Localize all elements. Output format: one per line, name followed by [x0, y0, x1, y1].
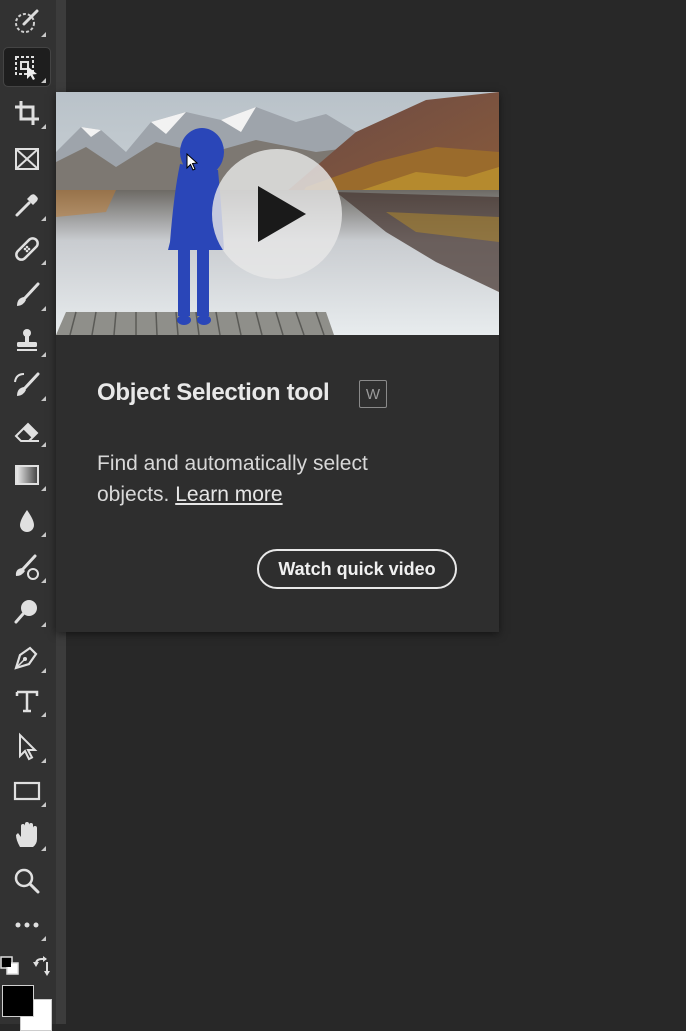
more-ellipsis-icon — [15, 922, 39, 928]
video-thumbnail[interactable] — [56, 92, 499, 335]
healing-bandage-icon — [15, 237, 39, 261]
play-video-button[interactable] — [212, 149, 342, 279]
brush-tool[interactable] — [4, 276, 50, 314]
pen-icon — [14, 646, 38, 670]
type-icon — [15, 690, 39, 713]
tooltip-description: Find and automatically select objects. L… — [97, 448, 427, 510]
path-selection-tool[interactable] — [4, 728, 50, 766]
eraser-icon — [14, 422, 39, 442]
frame-tool[interactable] — [4, 140, 50, 178]
blur-drop-icon — [20, 510, 34, 532]
crop-tool[interactable] — [4, 94, 50, 132]
spot-healing-tool[interactable] — [4, 230, 50, 268]
blur-tool[interactable] — [4, 502, 50, 540]
watch-quick-video-button[interactable]: Watch quick video — [257, 549, 457, 589]
type-tool[interactable] — [4, 682, 50, 720]
gradient-icon — [15, 465, 39, 485]
object-selection-tool[interactable] — [3, 47, 51, 87]
history-brush-tool[interactable] — [4, 366, 50, 404]
zoom-tool[interactable] — [4, 862, 50, 900]
learn-more-link[interactable]: Learn more — [175, 483, 282, 506]
tools-panel — [0, 0, 56, 1031]
hand-icon — [16, 822, 37, 847]
brush-icon — [17, 282, 40, 306]
path-selection-arrow-icon — [19, 732, 38, 761]
eyedropper-icon — [15, 194, 38, 217]
crop-icon — [15, 101, 39, 125]
swap-colors-icon[interactable] — [32, 956, 54, 978]
rectangle-icon — [13, 781, 41, 801]
tooltip-title: Object Selection tool — [97, 379, 330, 406]
quick-selection-icon — [15, 9, 39, 33]
shortcut-key-badge: W — [359, 380, 387, 408]
zoom-magnifier-icon — [14, 868, 40, 894]
object-selection-icon — [15, 56, 37, 80]
gradient-tool[interactable] — [4, 456, 50, 494]
dodge-icon — [14, 600, 37, 624]
history-brush-icon — [14, 372, 40, 396]
smudge-tool[interactable] — [4, 548, 50, 586]
dodge-tool[interactable] — [4, 592, 50, 630]
smudge-icon — [15, 554, 39, 580]
rectangle-tool[interactable] — [4, 772, 50, 810]
clone-stamp-icon — [17, 329, 37, 351]
hand-tool[interactable] — [4, 816, 50, 854]
default-colors-icon[interactable] — [0, 956, 20, 976]
play-icon — [258, 186, 306, 242]
edit-toolbar-button[interactable] — [4, 906, 50, 944]
clone-stamp-tool[interactable] — [4, 322, 50, 360]
foreground-color-swatch[interactable] — [2, 985, 34, 1017]
pen-tool[interactable] — [4, 638, 50, 676]
quick-selection-tool[interactable] — [4, 2, 50, 40]
rich-tooltip-panel: Object Selection tool W Find and automat… — [56, 92, 499, 632]
eyedropper-tool[interactable] — [4, 186, 50, 224]
eraser-tool[interactable] — [4, 412, 50, 450]
frame-icon — [15, 148, 39, 170]
